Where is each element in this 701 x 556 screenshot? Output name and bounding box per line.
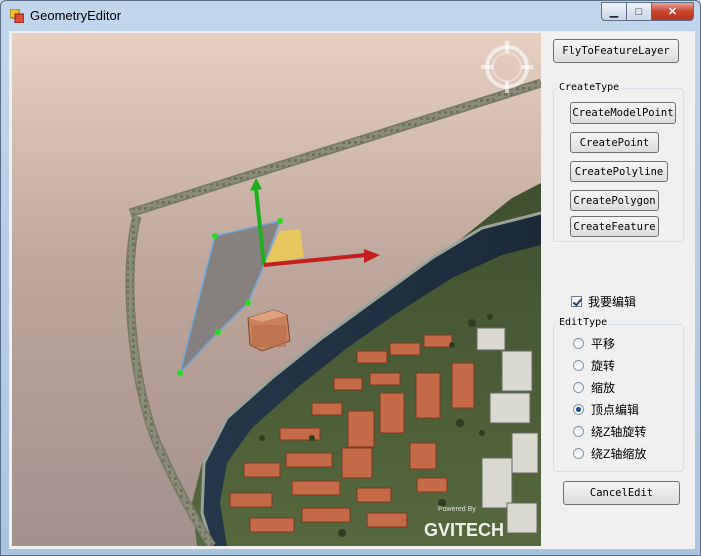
radio-icon[interactable] [573, 382, 584, 393]
close-icon: ✕ [667, 6, 678, 18]
radio-label: 缩放 [591, 381, 616, 395]
radio-label: 平移 [591, 337, 616, 351]
edit-type-group: 平移 旋转 缩放 顶点编辑 绕Z轴旋转 绕Z轴缩放 [553, 324, 684, 472]
minimize-button[interactable]: ▁ [601, 2, 626, 21]
vertex-handle[interactable] [215, 329, 221, 335]
cancel-edit-button[interactable]: CancelEdit [563, 481, 680, 505]
radio-rotate-z[interactable]: 绕Z轴旋转 [573, 423, 646, 440]
vertex-handle[interactable] [277, 218, 283, 224]
radio-label: 旋转 [591, 359, 616, 373]
vertex-handle[interactable] [245, 300, 251, 306]
radio-selected-icon[interactable] [573, 404, 584, 415]
radio-translate[interactable]: 平移 [573, 335, 615, 352]
close-button[interactable]: ✕ [651, 2, 694, 21]
fly-to-feature-layer-button[interactable]: FlyToFeatureLayer [553, 39, 679, 63]
radio-rotate[interactable]: 旋转 [573, 357, 615, 374]
edit-checkbox[interactable]: 我要编辑 [571, 293, 636, 310]
create-polygon-button[interactable]: CreatePolygon [570, 190, 659, 211]
radio-scale-z[interactable]: 绕Z轴缩放 [573, 445, 646, 462]
vertex-handle[interactable] [177, 370, 183, 376]
window-title: GeometryEditor [30, 8, 122, 23]
radio-label: 绕Z轴旋转 [591, 425, 647, 439]
title-bar[interactable]: GeometryEditor ▁ □ ✕ [1, 1, 700, 30]
create-polyline-button[interactable]: CreatePolyline [570, 161, 668, 182]
radio-icon[interactable] [573, 360, 584, 371]
radio-scale[interactable]: 缩放 [573, 379, 615, 396]
client-area: Powered By GVITECH FlyToFeatureLayer Cre… [9, 31, 695, 549]
radio-label: 顶点编辑 [591, 403, 640, 417]
edit-type-label: EditType [557, 317, 610, 328]
vertex-handle[interactable] [212, 233, 218, 239]
radio-icon[interactable] [573, 448, 584, 459]
maximize-button[interactable]: □ [626, 2, 651, 21]
watermark-caption: Powered By [438, 506, 476, 513]
radio-label: 绕Z轴缩放 [591, 447, 647, 461]
minimize-icon: ▁ [609, 6, 619, 18]
app-icon [10, 9, 24, 23]
model-building[interactable] [247, 309, 291, 352]
create-feature-button[interactable]: CreateFeature [570, 216, 659, 237]
create-type-label: CreateType [557, 82, 622, 93]
radio-icon[interactable] [573, 338, 584, 349]
watermark-logo: GVITECH [424, 520, 504, 540]
3d-viewport[interactable]: Powered By GVITECH [12, 33, 541, 546]
checkbox-checked-icon[interactable] [571, 296, 582, 307]
maximize-icon: □ [635, 5, 643, 18]
radio-icon[interactable] [573, 426, 584, 437]
radio-vertex-edit[interactable]: 顶点编辑 [573, 401, 639, 418]
create-model-point-button[interactable]: CreateModelPoint [570, 102, 676, 124]
app-window: GeometryEditor ▁ □ ✕ Powered By GVITECH … [0, 0, 701, 556]
create-point-button[interactable]: CreatePoint [570, 132, 659, 153]
edit-checkbox-label: 我要编辑 [588, 295, 637, 309]
